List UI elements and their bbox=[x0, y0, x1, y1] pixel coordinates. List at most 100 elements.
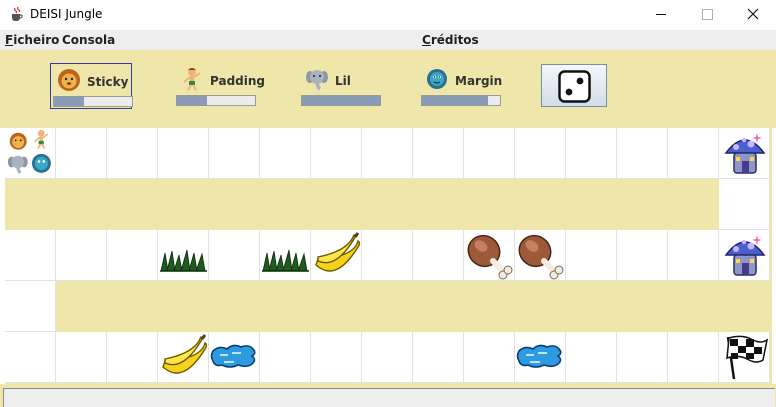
close-button[interactable] bbox=[730, 0, 776, 30]
energy-bar bbox=[176, 95, 256, 106]
board-cell[interactable] bbox=[566, 230, 617, 281]
board-cell[interactable] bbox=[209, 332, 260, 383]
board-cell[interactable] bbox=[617, 128, 668, 179]
minimize-icon bbox=[656, 14, 666, 15]
menu-creditos-mnemonic: C bbox=[422, 33, 431, 47]
board-cell[interactable] bbox=[668, 230, 719, 281]
board-cell[interactable] bbox=[311, 332, 362, 383]
energy-bar bbox=[53, 96, 133, 107]
board-cell[interactable] bbox=[413, 128, 464, 179]
board-cell[interactable] bbox=[362, 230, 413, 281]
board-cell[interactable] bbox=[5, 281, 56, 332]
energy-fill bbox=[302, 96, 380, 105]
water-icon bbox=[210, 344, 256, 368]
grass-icon bbox=[160, 249, 207, 272]
water-icon bbox=[516, 344, 562, 368]
bananas-icon bbox=[315, 232, 361, 272]
board-cell[interactable] bbox=[515, 128, 566, 179]
board-cell[interactable] bbox=[56, 332, 107, 383]
board-cell[interactable] bbox=[617, 332, 668, 383]
menu-ficheiro-mnemonic: F bbox=[5, 33, 14, 47]
board-cell[interactable] bbox=[158, 332, 209, 383]
menu-consola[interactable]: Consola bbox=[62, 33, 115, 47]
maximize-button[interactable] bbox=[684, 0, 730, 30]
players-stack-icon bbox=[7, 129, 51, 175]
board-cell[interactable] bbox=[413, 230, 464, 281]
minimize-button[interactable] bbox=[638, 0, 684, 30]
board-cell[interactable] bbox=[107, 230, 158, 281]
board-cell[interactable] bbox=[464, 230, 515, 281]
board-cell[interactable] bbox=[464, 128, 515, 179]
player-bar: Sticky Padding Lil Margin bbox=[0, 50, 776, 128]
roll-dice-button[interactable] bbox=[541, 64, 607, 107]
board-cell[interactable] bbox=[311, 230, 362, 281]
meat-icon bbox=[467, 234, 513, 280]
board-cell[interactable] bbox=[362, 332, 413, 383]
menu-creditos-label: réditos bbox=[430, 33, 479, 47]
board-cell[interactable] bbox=[668, 128, 719, 179]
menu-creditos[interactable]: Créditos bbox=[422, 33, 479, 47]
energy-bar bbox=[301, 95, 381, 106]
board-cell[interactable] bbox=[5, 332, 56, 383]
title-bar: DEISI Jungle bbox=[0, 0, 776, 30]
grass-icon bbox=[262, 249, 309, 272]
player-card-lil[interactable]: Lil bbox=[299, 63, 383, 109]
board-cell[interactable] bbox=[56, 128, 107, 179]
dice-two-icon bbox=[558, 70, 591, 103]
energy-fill bbox=[177, 96, 207, 105]
menu-ficheiro[interactable]: Ficheiro bbox=[5, 33, 59, 47]
player-name: Padding bbox=[210, 74, 265, 88]
board-cell[interactable] bbox=[413, 332, 464, 383]
turtle-icon bbox=[427, 69, 447, 89]
player-name: Margin bbox=[455, 74, 503, 88]
board-cell[interactable] bbox=[158, 128, 209, 179]
energy-fill bbox=[422, 96, 489, 105]
player-card-padding[interactable]: Padding bbox=[174, 63, 265, 109]
player-name: Lil bbox=[335, 74, 351, 88]
board-cell[interactable] bbox=[209, 128, 260, 179]
game-window: DEISI Jungle Ficheiro Consola Créditos S… bbox=[0, 0, 776, 407]
board-cell[interactable] bbox=[566, 128, 617, 179]
board-cell[interactable] bbox=[719, 128, 770, 179]
board-cell[interactable] bbox=[464, 332, 515, 383]
board-cell[interactable] bbox=[719, 332, 770, 383]
board-cell[interactable] bbox=[5, 128, 56, 179]
board-cell[interactable] bbox=[260, 230, 311, 281]
player-card-margin[interactable]: Margin bbox=[419, 63, 503, 109]
player-name: Sticky bbox=[87, 75, 129, 89]
game-board bbox=[5, 128, 772, 384]
lion-icon bbox=[58, 69, 80, 91]
menu-bar: Ficheiro Consola Créditos bbox=[0, 30, 776, 50]
finish-flag-icon bbox=[726, 335, 769, 380]
board-cell[interactable] bbox=[5, 230, 56, 281]
board-cell[interactable] bbox=[209, 230, 260, 281]
player-card-sticky[interactable]: Sticky bbox=[50, 63, 133, 109]
board-cell[interactable] bbox=[719, 179, 770, 230]
bananas-icon bbox=[162, 334, 208, 374]
status-bar bbox=[0, 384, 776, 407]
mushroom-house-icon bbox=[724, 133, 766, 174]
board-cell[interactable] bbox=[260, 128, 311, 179]
board-cell[interactable] bbox=[260, 332, 311, 383]
tarzan-icon bbox=[183, 68, 201, 91]
board-cell[interactable] bbox=[668, 332, 719, 383]
board-cell[interactable] bbox=[566, 332, 617, 383]
elephant-icon bbox=[306, 70, 328, 91]
board-cell[interactable] bbox=[107, 332, 158, 383]
board-cell[interactable] bbox=[362, 128, 413, 179]
menu-ficheiro-label: icheiro bbox=[13, 33, 60, 47]
board-cell[interactable] bbox=[515, 230, 566, 281]
board-cell[interactable] bbox=[107, 128, 158, 179]
board-cell[interactable] bbox=[617, 230, 668, 281]
mushroom-house-icon bbox=[724, 235, 766, 276]
board-cell[interactable] bbox=[56, 230, 107, 281]
board-cell[interactable] bbox=[311, 128, 362, 179]
close-icon bbox=[747, 8, 759, 20]
board-cell[interactable] bbox=[719, 230, 770, 281]
board-cell[interactable] bbox=[158, 230, 209, 281]
status-field bbox=[3, 388, 775, 407]
board-cell[interactable] bbox=[515, 332, 566, 383]
java-cup-icon bbox=[12, 6, 23, 21]
meat-icon bbox=[518, 234, 564, 280]
energy-bar bbox=[421, 95, 501, 106]
